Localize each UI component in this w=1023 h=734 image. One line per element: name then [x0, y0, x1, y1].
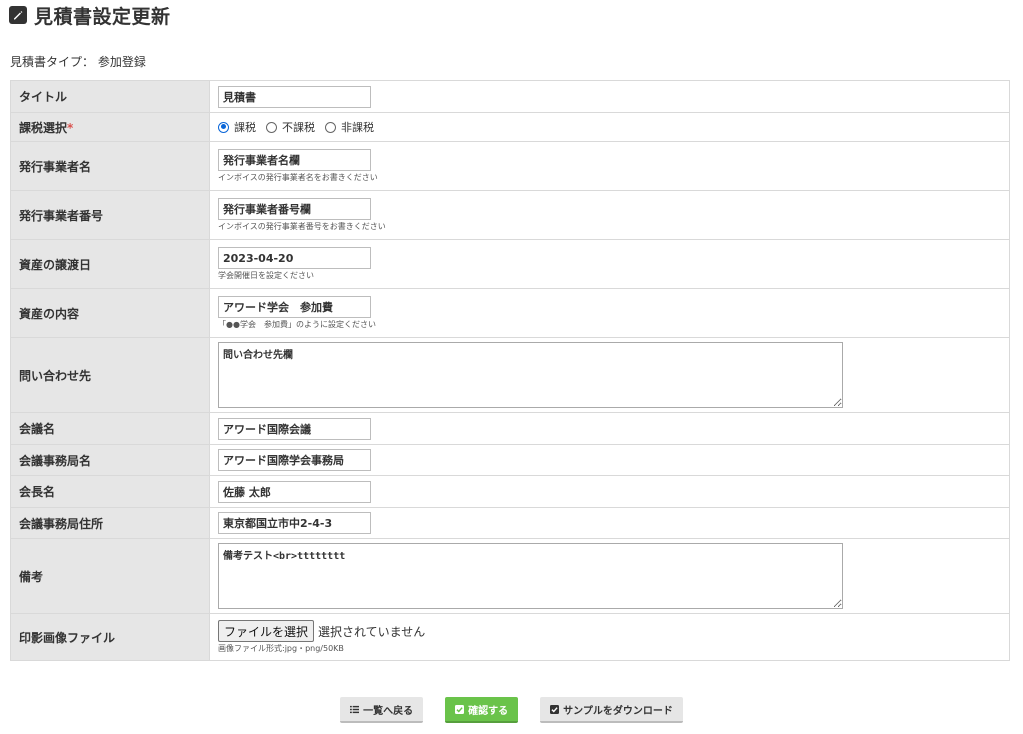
title-input[interactable] — [218, 85, 371, 108]
tax-option-tax-exempt[interactable]: 非課税 — [325, 119, 374, 135]
form-row-contact: 問い合わせ先 問い合わせ先欄 — [10, 337, 1010, 413]
button-label: サンプルをダウンロード — [563, 705, 673, 717]
radio-label: 不課税 — [282, 121, 315, 134]
settings-form-table: タイトル 課税選択* 課税 不課税 非課税 — [10, 80, 1010, 661]
confirm-button[interactable]: 確認する — [445, 697, 519, 723]
form-actions: 一覧へ戻る 確認する サンプルをダウンロード — [0, 697, 1023, 723]
president-name-input[interactable] — [218, 480, 371, 503]
radio-icon[interactable] — [325, 121, 336, 133]
asset-content-input[interactable] — [218, 296, 371, 318]
file-status: 選択されていません — [318, 624, 426, 639]
field-label: 発行事業者番号 — [10, 190, 210, 240]
form-row-president-name: 会長名 — [10, 475, 1010, 508]
form-row-remarks: 備考 備考テスト<br>tttttttt — [10, 538, 1010, 614]
field-label: 会議事務局住所 — [10, 507, 210, 539]
form-row-secretariat-name: 会議事務局名 — [10, 444, 1010, 476]
conference-name-input[interactable] — [218, 417, 371, 440]
page-header: 見積書設定更新 — [9, 2, 171, 28]
tax-option-non-taxable[interactable]: 不課税 — [266, 119, 315, 135]
check-square-icon — [455, 704, 465, 714]
radio-label: 非課税 — [341, 121, 374, 134]
choose-file-button[interactable]: ファイルを選択 — [218, 620, 315, 642]
secretariat-name-input[interactable] — [218, 449, 371, 471]
field-hint: インボイスの発行事業者番号をお書きください — [218, 222, 386, 231]
estimate-type-line: 見積書タイプ： 参加登録 — [10, 53, 146, 70]
form-row-issuer-name: 発行事業者名 インボイスの発行事業者名をお書きください — [10, 141, 1010, 191]
radio-icon[interactable] — [266, 121, 277, 133]
estimate-type-value: 参加登録 — [97, 55, 146, 69]
field-hint: 「●●学会 参加費」のように設定ください — [218, 320, 376, 329]
field-label: 資産の内容 — [10, 288, 210, 338]
field-hint: 学会開催日を設定ください — [218, 271, 314, 280]
edit-icon — [9, 6, 27, 24]
field-label: 印影画像ファイル — [10, 613, 210, 661]
form-row-conference-name: 会議名 — [10, 412, 1010, 445]
list-icon — [350, 705, 360, 713]
issuer-number-input[interactable] — [218, 198, 371, 220]
file-picker: ファイルを選択 選択されていません — [218, 620, 1009, 642]
field-label: 会議事務局名 — [10, 444, 210, 476]
field-hint: インボイスの発行事業者名をお書きください — [218, 173, 378, 182]
required-mark: * — [67, 120, 74, 135]
field-label: 会議名 — [10, 412, 210, 445]
transfer-date-input[interactable] — [218, 247, 371, 269]
field-label: タイトル — [10, 80, 210, 113]
issuer-name-input[interactable] — [218, 149, 371, 171]
form-row-secretariat-address: 会議事務局住所 — [10, 507, 1010, 539]
button-label: 確認する — [468, 705, 509, 717]
field-hint: 画像ファイル形式:jpg・png/50KB — [218, 644, 344, 653]
form-row-transfer-date: 資産の譲渡日 学会開催日を設定ください — [10, 239, 1010, 289]
field-label: 課税選択 — [19, 120, 68, 135]
tax-option-taxable[interactable]: 課税 — [218, 119, 256, 135]
field-label: 発行事業者名 — [10, 141, 210, 191]
remarks-textarea[interactable]: 備考テスト<br>tttttttt — [218, 543, 843, 609]
field-label: 会長名 — [10, 475, 210, 508]
contact-textarea[interactable]: 問い合わせ先欄 — [218, 342, 843, 408]
estimate-type-label: 見積書タイプ： — [10, 55, 95, 69]
field-label: 資産の譲渡日 — [10, 239, 210, 289]
form-row-issuer-number: 発行事業者番号 インボイスの発行事業者番号をお書きください — [10, 190, 1010, 240]
page-title: 見積書設定更新 — [34, 5, 171, 28]
download-sample-button[interactable]: サンプルをダウンロード — [540, 697, 683, 723]
radio-checked-icon[interactable] — [218, 121, 229, 133]
check-square-icon — [550, 704, 560, 714]
back-to-list-button[interactable]: 一覧へ戻る — [340, 697, 424, 723]
radio-label: 課税 — [234, 121, 256, 134]
button-label: 一覧へ戻る — [363, 705, 414, 717]
field-label: 問い合わせ先 — [10, 337, 210, 413]
secretariat-address-input[interactable] — [218, 512, 371, 534]
tax-radio-group: 課税 不課税 非課税 — [218, 119, 1009, 135]
form-row-asset-content: 資産の内容 「●●学会 参加費」のように設定ください — [10, 288, 1010, 338]
form-row-tax: 課税選択* 課税 不課税 非課税 — [10, 112, 1010, 142]
form-row-seal-image: 印影画像ファイル ファイルを選択 選択されていません 画像ファイル形式:jpg・… — [10, 613, 1010, 661]
form-row-title: タイトル — [10, 80, 1010, 113]
field-label: 備考 — [10, 538, 210, 614]
